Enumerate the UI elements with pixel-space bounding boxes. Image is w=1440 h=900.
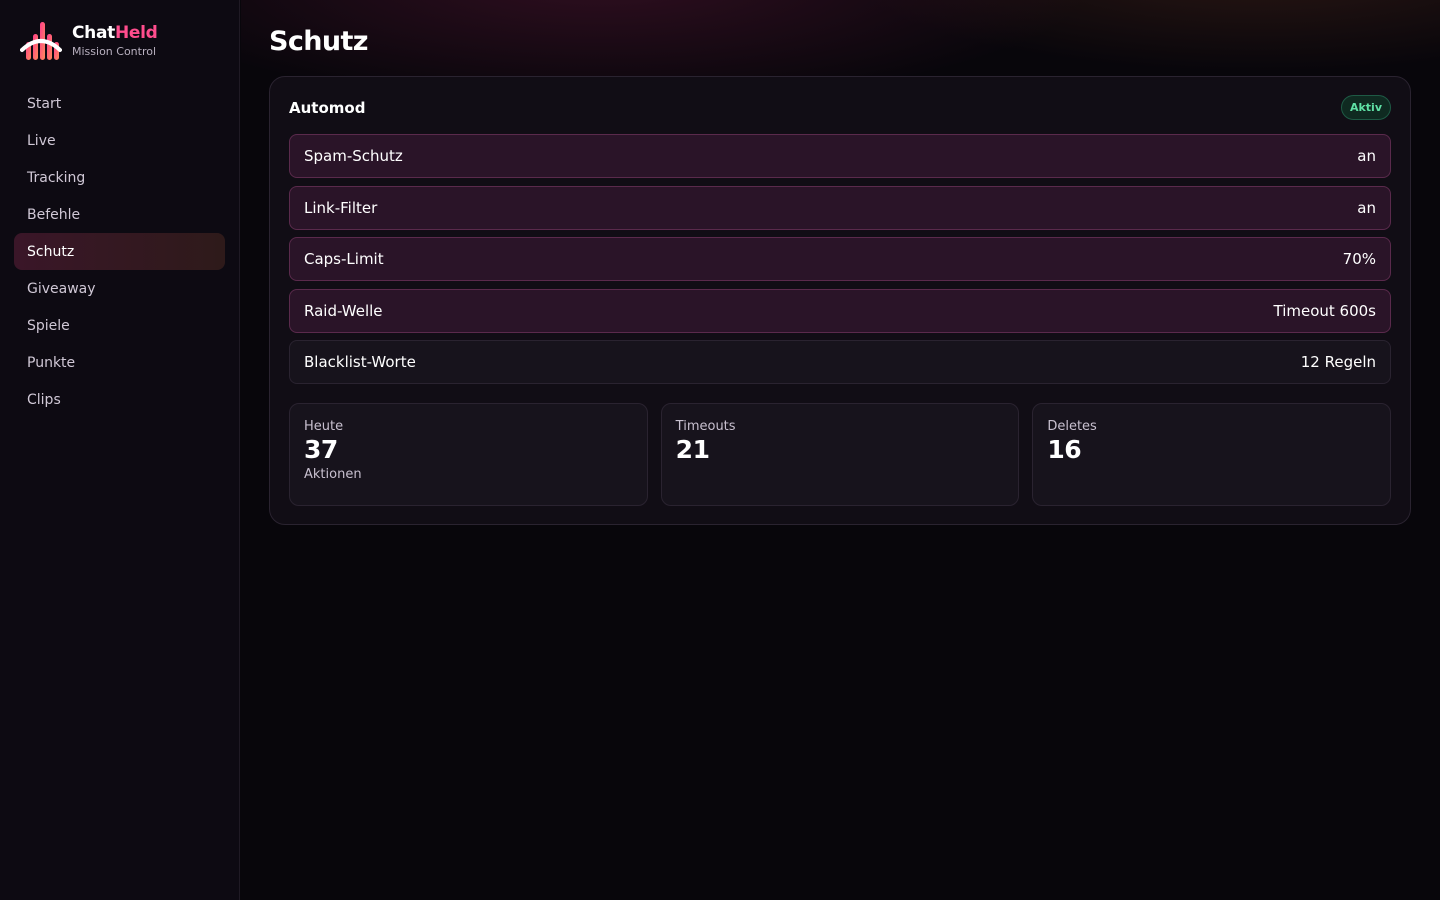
rule-label: Link-Filter xyxy=(304,198,378,217)
sidebar-item-befehle[interactable]: Befehle xyxy=(14,196,225,233)
rule-label: Spam-Schutz xyxy=(304,147,403,165)
rule-label: Raid-Welle xyxy=(304,301,383,320)
rule-label: Caps-Limit xyxy=(304,250,384,268)
stat-sub: Aktionen xyxy=(304,467,362,482)
rule-row-blacklist-worte[interactable]: Blacklist-Worte 12 Regeln xyxy=(289,340,1391,384)
sidebar-item-spiele[interactable]: Spiele xyxy=(14,307,225,344)
brand-name: ChatHeld xyxy=(72,23,158,43)
sidebar-item-start[interactable]: Start xyxy=(14,85,225,122)
rule-value: an xyxy=(1357,198,1376,217)
rule-value: 12 Regeln xyxy=(1300,353,1376,371)
sidebar-item-clips[interactable]: Clips xyxy=(14,381,225,418)
sidebar-item-giveaway[interactable]: Giveaway xyxy=(14,270,225,307)
rule-row-raid-welle[interactable]: Raid-Welle Timeout 600s xyxy=(289,288,1391,333)
brand[interactable]: ChatHeld Mission Control xyxy=(20,20,158,62)
stat-label: Timeouts xyxy=(675,419,736,434)
sidebar-item-live[interactable]: Live xyxy=(14,122,225,159)
stat-value: 16 xyxy=(1047,435,1082,464)
rule-row-caps-limit[interactable]: Caps-Limit 70% xyxy=(289,237,1391,281)
stat-value: 37 xyxy=(304,435,338,464)
chatheld-logo-icon xyxy=(20,22,62,60)
rule-value: 70% xyxy=(1342,250,1376,268)
stat-card-heute: Heute 37 Aktionen xyxy=(289,403,648,506)
brand-subtitle: Mission Control xyxy=(72,45,157,58)
sidebar-item-tracking[interactable]: Tracking xyxy=(14,159,225,196)
stats-row: Heute 37 Aktionen Timeouts 21 Deletes 16 xyxy=(289,403,1392,506)
stat-label: Heute xyxy=(304,419,344,434)
stat-label: Deletes xyxy=(1047,419,1097,434)
automod-title: Automod xyxy=(289,99,366,117)
automod-rules: Spam-Schutz an Link-Filter an Caps-Limit… xyxy=(289,134,1391,392)
rule-row-spam-schutz[interactable]: Spam-Schutz an xyxy=(289,134,1391,178)
rule-value: Timeout 600s xyxy=(1273,301,1377,320)
sidebar-nav: Start Live Tracking Befehle Schutz Givea… xyxy=(14,85,225,418)
page-title: Schutz xyxy=(269,26,369,57)
sidebar-item-punkte[interactable]: Punkte xyxy=(14,344,225,381)
sidebar: ChatHeld Mission Control Start Live Trac… xyxy=(0,0,240,900)
stat-card-deletes: Deletes 16 xyxy=(1032,403,1392,506)
stat-value: 21 xyxy=(675,435,710,464)
rule-value: an xyxy=(1357,147,1376,165)
rule-row-link-filter[interactable]: Link-Filter an xyxy=(289,185,1391,230)
stat-card-timeouts: Timeouts 21 xyxy=(660,403,1020,506)
sidebar-item-schutz[interactable]: Schutz xyxy=(14,233,225,270)
rule-label: Blacklist-Worte xyxy=(304,353,416,371)
status-badge: Aktiv xyxy=(1340,95,1391,120)
automod-card: Automod Aktiv Spam-Schutz an Link-Filter… xyxy=(269,76,1411,525)
